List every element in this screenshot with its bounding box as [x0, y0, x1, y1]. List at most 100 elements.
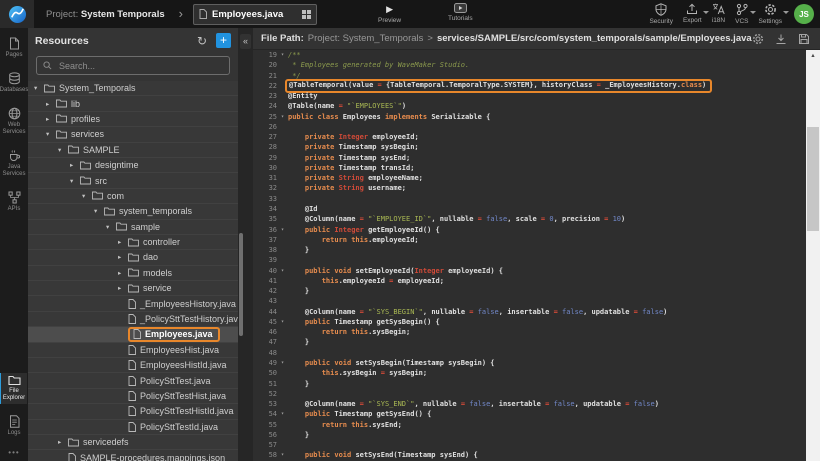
- chevron-down-icon[interactable]: ▾: [82, 192, 92, 200]
- scrollbar-up-arrow[interactable]: ▲: [806, 50, 820, 61]
- chevron-right-icon[interactable]: ▸: [58, 438, 68, 446]
- code-line-19[interactable]: 19▾/**: [253, 50, 806, 60]
- tree-folder-lib[interactable]: ▸lib: [28, 96, 238, 111]
- code-line-20[interactable]: 20 * Employees generated by WaveMaker St…: [253, 60, 806, 70]
- settings-button[interactable]: Settings: [759, 3, 783, 25]
- code-line-46[interactable]: 46 return this.sysBegin;: [253, 327, 806, 337]
- code-line-55[interactable]: 55 return this.sysEnd;: [253, 420, 806, 430]
- code-line-44[interactable]: 44 @Column(name = "`SYS_BEGIN`", nullabl…: [253, 307, 806, 317]
- code-line-53[interactable]: 53 @Column(name = "`SYS_END`", nullable …: [253, 399, 806, 409]
- sidebar-item-web-services[interactable]: Web Services: [0, 105, 28, 138]
- chevron-right-icon[interactable]: ▸: [118, 269, 128, 277]
- tree-folder-designtime[interactable]: ▸designtime: [28, 158, 238, 173]
- code-line-50[interactable]: 50 this.sysBegin = sysBegin;: [253, 368, 806, 378]
- save-icon[interactable]: [798, 33, 810, 45]
- code-line-52[interactable]: 52: [253, 389, 806, 399]
- tree-folder-system_temporals[interactable]: ▾System_Temporals: [28, 81, 238, 96]
- code-line-41[interactable]: 41 this.employeeId = employeeId;: [253, 276, 806, 286]
- code-line-25[interactable]: 25▾public class Employees implements Ser…: [253, 112, 806, 122]
- i18n-button[interactable]: i18N: [712, 3, 725, 24]
- editor-scrollbar[interactable]: ▲: [806, 50, 820, 461]
- code-line-36[interactable]: 36▾ public Integer getEmployeeId() {: [253, 225, 806, 235]
- download-icon[interactable]: [775, 33, 787, 45]
- code-line-58[interactable]: 58▾ public void setSysEnd(Timestamp sysE…: [253, 450, 806, 460]
- sidebar-item-logs[interactable]: Logs: [0, 413, 28, 439]
- code-line-31[interactable]: 31 private String employeeName;: [253, 173, 806, 183]
- sidebar-item-file-explorer[interactable]: File Explorer: [0, 373, 27, 404]
- tree-folder-sample[interactable]: ▾SAMPLE: [28, 143, 238, 158]
- code-line-22[interactable]: 22@TableTemporal(value = {TableTemporal.…: [253, 81, 806, 91]
- chevron-down-icon[interactable]: ▾: [58, 146, 68, 154]
- fold-arrow-icon[interactable]: ▾: [277, 266, 288, 276]
- code-line-33[interactable]: 33: [253, 194, 806, 204]
- fold-arrow-icon[interactable]: ▾: [277, 112, 288, 122]
- tree-folder-servicedefs[interactable]: ▸servicedefs: [28, 435, 238, 450]
- chevron-right-icon[interactable]: ▸: [118, 238, 128, 246]
- code-line-30[interactable]: 30 private Timestamp transId;: [253, 163, 806, 173]
- chevron-right-icon[interactable]: ▸: [46, 100, 56, 108]
- sidebar-item-apis[interactable]: APIs: [0, 189, 28, 215]
- file-settings-gear-icon[interactable]: [752, 33, 764, 45]
- security-button[interactable]: Security: [649, 3, 672, 25]
- tree-folder-services[interactable]: ▾services: [28, 127, 238, 142]
- tree-file-policystttesthistid.java[interactable]: PolicySttTestHistId.java: [28, 404, 238, 419]
- code-line-48[interactable]: 48: [253, 348, 806, 358]
- chevron-right-icon[interactable]: ▸: [118, 284, 128, 292]
- tree-file-sample-procedures.mappings.json[interactable]: SAMPLE-procedures.mappings.json: [28, 450, 238, 461]
- tree-folder-src[interactable]: ▾src: [28, 173, 238, 188]
- chevron-right-icon[interactable]: ▸: [118, 253, 128, 261]
- code-line-38[interactable]: 38 }: [253, 245, 806, 255]
- code-line-47[interactable]: 47 }: [253, 337, 806, 347]
- code-line-57[interactable]: 57: [253, 440, 806, 450]
- code-editor[interactable]: 19▾/**20 * Employees generated by WaveMa…: [253, 50, 806, 461]
- chevron-down-icon[interactable]: ▾: [34, 84, 44, 92]
- fold-arrow-icon[interactable]: ▾: [277, 409, 288, 419]
- chevron-down-icon[interactable]: ▾: [94, 207, 104, 215]
- user-avatar[interactable]: JS: [794, 4, 814, 24]
- chevron-down-icon[interactable]: ▾: [46, 130, 56, 138]
- fold-arrow-icon[interactable]: ▾: [277, 358, 288, 368]
- tree-file-policystttesthist.java[interactable]: PolicySttTestHist.java: [28, 389, 238, 404]
- tree-file-policystttest.java[interactable]: PolicySttTest.java: [28, 373, 238, 388]
- chevron-down-icon[interactable]: ▾: [106, 223, 116, 231]
- collapse-panel-button[interactable]: «: [240, 34, 251, 49]
- code-line-24[interactable]: 24@Table(name = "`EMPLOYEES`"): [253, 101, 806, 111]
- code-line-32[interactable]: 32 private String username;: [253, 183, 806, 193]
- code-line-26[interactable]: 26: [253, 122, 806, 132]
- export-button[interactable]: Export: [683, 3, 702, 24]
- tree-folder-models[interactable]: ▸models: [28, 266, 238, 281]
- scrollbar-thumb[interactable]: [807, 127, 819, 231]
- tree-file-employeeshist.java[interactable]: EmployeesHist.java: [28, 343, 238, 358]
- tab-employees-java[interactable]: Employees.java: [193, 4, 317, 25]
- fold-arrow-icon[interactable]: ▾: [277, 450, 288, 460]
- code-line-40[interactable]: 40▾ public void setEmployeeId(Integer em…: [253, 266, 806, 276]
- tree-folder-sample[interactable]: ▾sample: [28, 220, 238, 235]
- chevron-down-icon[interactable]: ▾: [70, 177, 80, 185]
- code-line-39[interactable]: 39: [253, 255, 806, 265]
- code-line-54[interactable]: 54▾ public Timestamp getSysEnd() {: [253, 409, 806, 419]
- sidebar-more-button[interactable]: •••: [8, 448, 19, 457]
- tutorials-button[interactable]: Tutorials: [448, 3, 473, 22]
- code-line-28[interactable]: 28 private Timestamp sysBegin;: [253, 142, 806, 152]
- code-line-45[interactable]: 45▾ public Timestamp getSysBegin() {: [253, 317, 806, 327]
- tree-folder-profiles[interactable]: ▸profiles: [28, 112, 238, 127]
- chevron-right-icon[interactable]: ▸: [46, 115, 56, 123]
- code-line-43[interactable]: 43: [253, 296, 806, 306]
- code-line-34[interactable]: 34 @Id: [253, 204, 806, 214]
- sidebar-item-java-services[interactable]: Java Services: [0, 147, 28, 180]
- fold-arrow-icon[interactable]: ▾: [277, 50, 288, 60]
- tree-folder-controller[interactable]: ▸controller: [28, 235, 238, 250]
- code-line-42[interactable]: 42 }: [253, 286, 806, 296]
- search-input[interactable]: [57, 60, 223, 72]
- vcs-button[interactable]: VCS: [735, 3, 748, 25]
- tree-folder-dao[interactable]: ▸dao: [28, 250, 238, 265]
- code-line-29[interactable]: 29 private Timestamp sysEnd;: [253, 153, 806, 163]
- code-line-27[interactable]: 27 private Integer employeeId;: [253, 132, 806, 142]
- code-line-51[interactable]: 51 }: [253, 379, 806, 389]
- search-box[interactable]: [36, 56, 230, 75]
- tree-file-employees.java[interactable]: Employees.java: [28, 327, 238, 342]
- refresh-icon[interactable]: ↻: [197, 34, 207, 48]
- add-resource-button[interactable]: +: [216, 33, 231, 48]
- sidebar-item-pages[interactable]: Pages: [0, 35, 28, 61]
- chevron-right-icon[interactable]: ▸: [70, 161, 80, 169]
